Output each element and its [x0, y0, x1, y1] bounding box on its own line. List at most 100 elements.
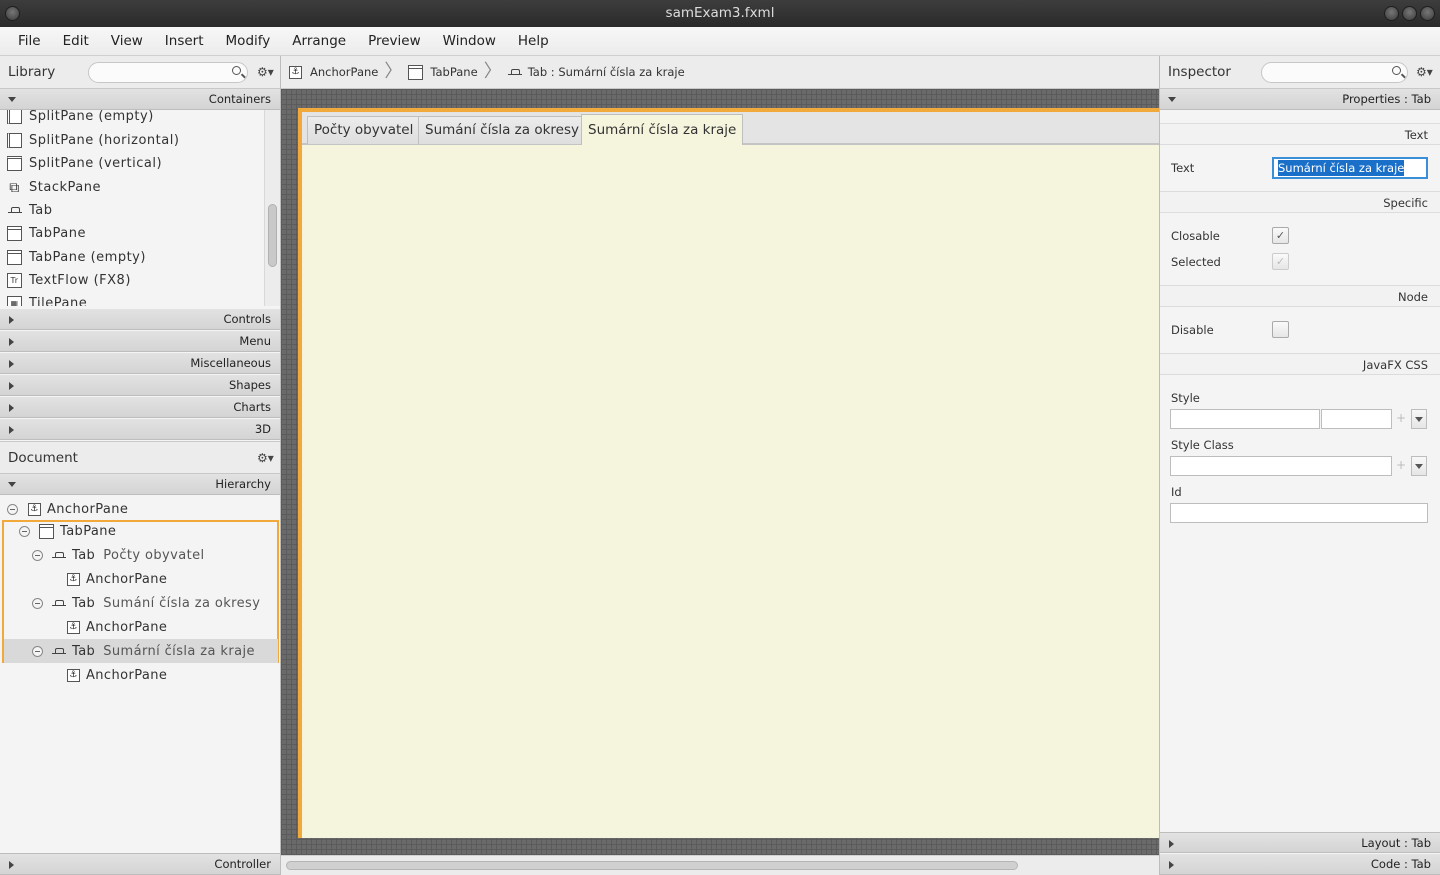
- menu-window[interactable]: Window: [432, 27, 507, 55]
- textflow-icon: Tr: [7, 273, 22, 288]
- library-item-label: TabPane (empty): [29, 250, 146, 265]
- closable-checkbox[interactable]: ✓: [1272, 227, 1289, 244]
- add-style-icon[interactable]: +: [1396, 411, 1406, 425]
- tab-sumani-cisla-za-okresy[interactable]: Sumání čísla za okresy: [418, 116, 586, 144]
- collapse-icon[interactable]: [32, 645, 43, 657]
- style-input[interactable]: [1170, 409, 1320, 429]
- library-item-label: Tab: [29, 203, 53, 218]
- id-input[interactable]: [1170, 503, 1428, 523]
- tree-item-anchorpane[interactable]: ⚓ AnchorPane: [0, 497, 280, 521]
- tab-sumarni-cisla-za-kraje[interactable]: Sumární čísla za kraje: [581, 114, 744, 145]
- anchorpane-icon: ⚓: [67, 572, 80, 586]
- disable-checkbox[interactable]: [1272, 321, 1289, 338]
- collapse-icon[interactable]: [19, 525, 30, 537]
- section-miscellaneous[interactable]: Miscellaneous: [0, 353, 280, 374]
- menu-arrange[interactable]: Arrange: [281, 27, 357, 55]
- tree-item-anchorpane[interactable]: ⚓ AnchorPane: [0, 567, 280, 591]
- menu-file[interactable]: File: [7, 27, 52, 55]
- canvas-horizontal-scrollbar[interactable]: [281, 855, 1160, 875]
- design-canvas[interactable]: Počty obyvatel Sumání čísla za okresy Su…: [281, 89, 1160, 855]
- selected-component-frame[interactable]: Počty obyvatel Sumání čísla za okresy Su…: [298, 108, 1160, 838]
- tree-item-anchorpane[interactable]: ⚓ AnchorPane: [0, 615, 280, 639]
- add-style-class-icon[interactable]: +: [1396, 458, 1406, 472]
- library-item-label: SplitPane (empty): [29, 110, 154, 124]
- canvas-scrollbar-thumb[interactable]: [286, 861, 1018, 870]
- section-containers[interactable]: Containers: [0, 89, 280, 110]
- menu-preview[interactable]: Preview: [357, 27, 432, 55]
- library-item-stackpane[interactable]: ⧉ StackPane: [0, 176, 101, 199]
- tree-item-tab-pocty[interactable]: Tab Počty obyvatel: [0, 543, 280, 567]
- style-value-input[interactable]: [1321, 409, 1392, 429]
- library-item-textflow[interactable]: Tr TextFlow (FX8): [0, 269, 131, 292]
- tab-icon: [52, 647, 66, 656]
- inspector-gear-icon[interactable]: ⚙▾: [1416, 65, 1433, 79]
- tree-item-name: Sumární čísla za kraje: [103, 643, 255, 659]
- library-panel: Library ⚙▾ Containers SplitPane (empty) …: [0, 56, 281, 875]
- tree-item-name: Sumání čísla za okresy: [103, 595, 261, 611]
- library-item-splitpane-empty[interactable]: SplitPane (empty): [0, 110, 154, 128]
- tab-pocty-obyvatel[interactable]: Počty obyvatel: [307, 116, 421, 144]
- maximize-icon[interactable]: [1402, 6, 1417, 21]
- inspector-search-input[interactable]: [1261, 62, 1408, 83]
- library-item-tab[interactable]: Tab: [0, 199, 53, 222]
- section-controller[interactable]: Controller: [0, 853, 280, 875]
- section-3d[interactable]: 3D: [0, 419, 280, 440]
- library-scrollbar[interactable]: [264, 110, 280, 306]
- style-dropdown-button[interactable]: [1411, 409, 1427, 429]
- search-icon: [232, 66, 241, 75]
- library-item-tabpane-empty[interactable]: TabPane (empty): [0, 246, 146, 269]
- collapsed-arrow-icon: [9, 338, 14, 346]
- selected-label: Selected: [1171, 255, 1221, 269]
- library-item-splitpane-horizontal[interactable]: SplitPane (horizontal): [0, 129, 179, 152]
- section-label: Layout : Tab: [1361, 836, 1431, 850]
- tilepane-icon: ▦: [7, 296, 22, 306]
- collapse-icon[interactable]: [32, 597, 43, 609]
- library-item-splitpane-vertical[interactable]: SplitPane (vertical): [0, 152, 162, 175]
- text-property-input[interactable]: Sumární čísla za kraje: [1272, 157, 1428, 179]
- menu-edit[interactable]: Edit: [52, 27, 100, 55]
- library-item-tilepane[interactable]: ▦ TilePane: [0, 292, 87, 306]
- menu-view[interactable]: View: [100, 27, 154, 55]
- menu-bar: File Edit View Insert Modify Arrange Pre…: [0, 27, 1440, 56]
- collapsed-arrow-icon: [9, 360, 14, 368]
- library-gear-icon[interactable]: ⚙▾: [257, 65, 274, 79]
- section-code[interactable]: Code : Tab: [1160, 854, 1440, 875]
- library-scrollbar-thumb[interactable]: [268, 204, 277, 267]
- expanded-arrow-icon: [1168, 97, 1176, 102]
- collapse-icon[interactable]: [7, 503, 18, 515]
- tree-item-label: AnchorPane: [86, 571, 168, 587]
- tree-item-tab-kraje-selected[interactable]: Tab Sumární čísla za kraje: [4, 639, 278, 663]
- close-icon[interactable]: [1420, 6, 1435, 21]
- category-specific: Specific: [1160, 191, 1440, 213]
- document-gear-icon[interactable]: ⚙▾: [257, 451, 274, 465]
- window-titlebar: samExam3.fxml: [0, 0, 1440, 27]
- breadcrumb-item-tab[interactable]: Tab : Sumární čísla za kraje: [528, 65, 685, 79]
- tree-item-tab-okresy[interactable]: Tab Sumání čísla za okresy: [0, 591, 280, 615]
- section-hierarchy[interactable]: Hierarchy: [0, 474, 280, 495]
- section-charts[interactable]: Charts: [0, 397, 280, 418]
- section-label: Properties : Tab: [1342, 92, 1431, 106]
- minimize-icon[interactable]: [1384, 6, 1399, 21]
- section-menu[interactable]: Menu: [0, 331, 280, 352]
- style-class-dropdown-button[interactable]: [1411, 456, 1427, 476]
- tree-item-tabpane[interactable]: TabPane: [0, 519, 280, 543]
- section-properties[interactable]: Properties : Tab: [1160, 89, 1440, 110]
- menu-help[interactable]: Help: [507, 27, 560, 55]
- style-label: Style: [1171, 391, 1200, 405]
- library-item-tabpane[interactable]: TabPane: [0, 222, 86, 245]
- window-menu-icon[interactable]: [5, 6, 20, 21]
- menu-insert[interactable]: Insert: [154, 27, 215, 55]
- section-layout[interactable]: Layout : Tab: [1160, 832, 1440, 853]
- tab-content-anchorpane[interactable]: [302, 144, 1160, 838]
- library-search-input[interactable]: [88, 62, 248, 83]
- tree-item-anchorpane[interactable]: ⚓ AnchorPane: [0, 663, 280, 687]
- style-class-input[interactable]: [1170, 456, 1392, 476]
- tab-icon: [52, 599, 66, 608]
- section-controls[interactable]: Controls: [0, 309, 280, 330]
- collapse-icon[interactable]: [32, 549, 43, 561]
- breadcrumb-item-tabpane[interactable]: TabPane: [430, 65, 477, 79]
- menu-modify[interactable]: Modify: [215, 27, 282, 55]
- breadcrumb-item-anchorpane[interactable]: AnchorPane: [310, 65, 378, 79]
- section-shapes[interactable]: Shapes: [0, 375, 280, 396]
- library-item-label: StackPane: [29, 180, 101, 195]
